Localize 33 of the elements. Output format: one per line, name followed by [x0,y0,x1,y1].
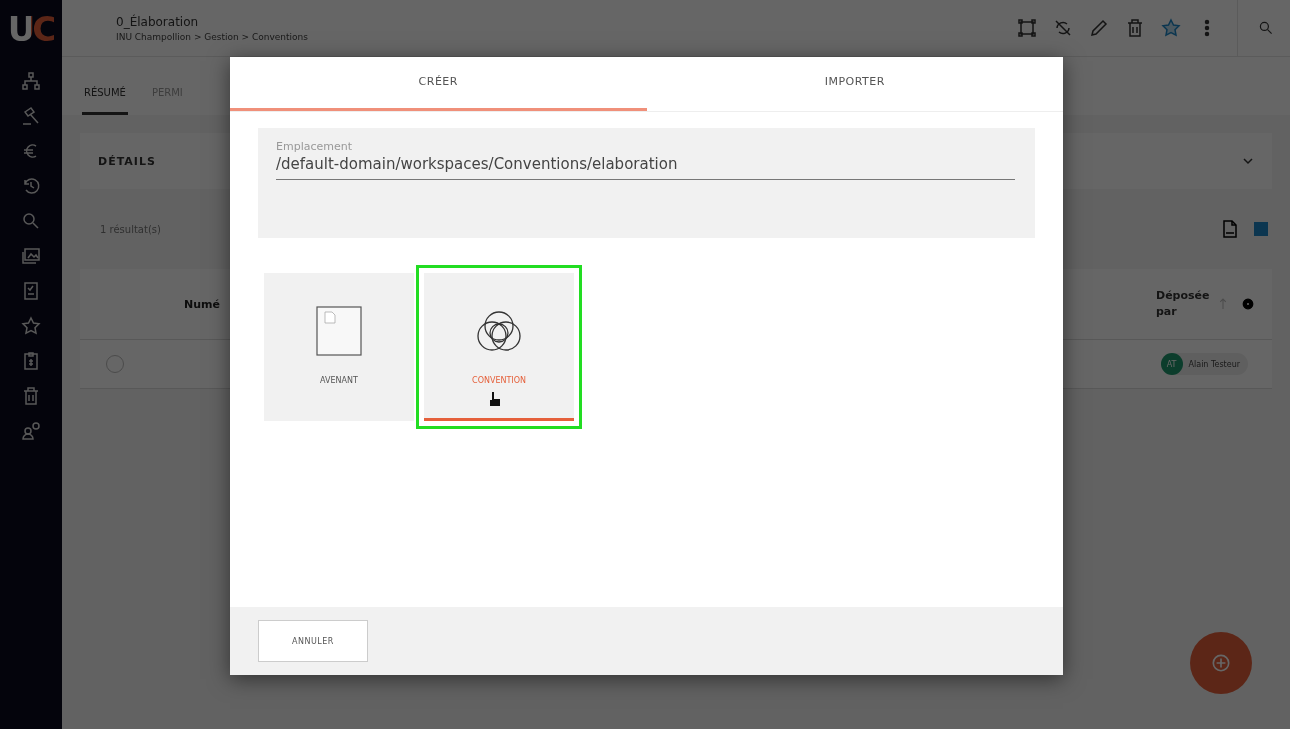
cancel-button[interactable]: ANNULER [258,620,368,662]
csv-file-icon[interactable] [1220,219,1240,239]
search-icon[interactable] [1258,20,1274,36]
document-title: 0_Élaboration [116,13,200,31]
chevron-icon[interactable] [1242,155,1254,167]
user-name: Alain Testeur [1188,359,1240,369]
document-type-tile[interactable]: AVENANT [264,273,414,421]
clipboard-icon[interactable] [21,351,41,371]
search-icon[interactable] [21,211,41,231]
star-icon[interactable] [21,316,41,336]
checklist-icon[interactable] [21,281,41,301]
document-icon [316,306,362,356]
history-icon[interactable] [21,176,41,196]
location-input[interactable]: /default-domain/workspaces/Conventions/elaboration [276,153,1015,180]
field-label: Emplacement [276,140,354,153]
dialog-tab[interactable]: CRÉER [230,57,647,111]
user-avatar: AT [1160,353,1183,375]
column-header: Numé [183,297,220,311]
image-folder-icon[interactable] [21,246,41,266]
breadcrumb: INU Champollion > Gestion > Conventions [116,32,309,43]
hand-cursor-icon [488,391,502,407]
dialog-tab[interactable]: IMPORTER [646,57,1063,111]
sync-off-icon[interactable] [1053,18,1073,38]
edit-icon[interactable] [1089,18,1109,38]
trash-icon[interactable] [1125,18,1145,38]
frame-icon[interactable] [1017,18,1037,38]
hierarchy-icon[interactable] [21,71,41,91]
gavel-icon[interactable] [21,106,41,126]
details-title: DÉTAILS [98,154,156,168]
user-settings-icon[interactable] [21,421,41,441]
add-icon [1210,652,1232,674]
row-radio[interactable] [106,355,124,373]
trash-icon[interactable] [21,386,41,406]
